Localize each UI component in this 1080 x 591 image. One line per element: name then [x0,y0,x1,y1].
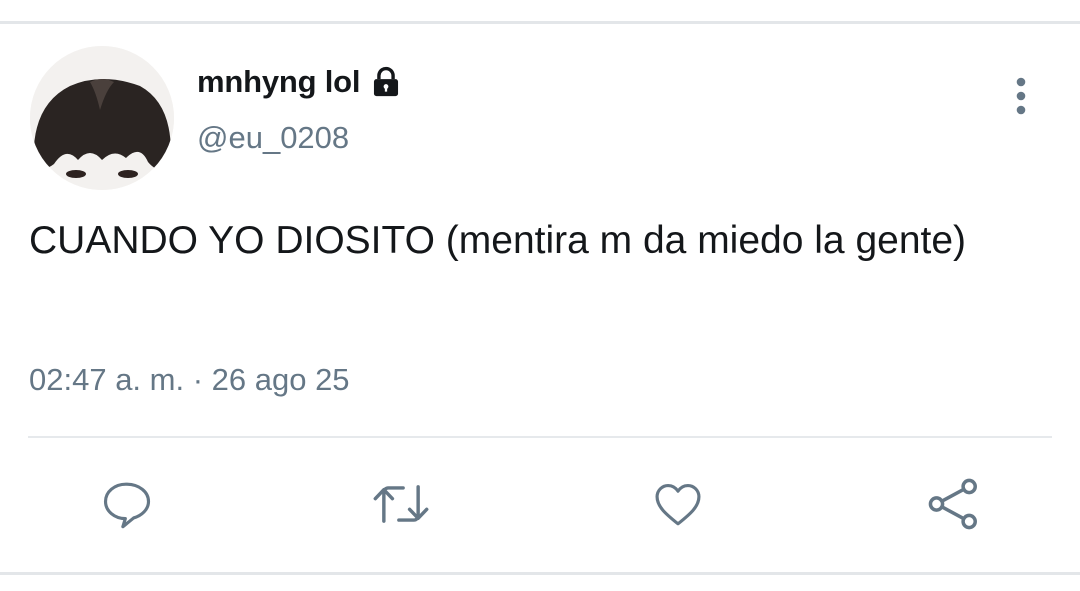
more-vertical-icon [1016,77,1026,115]
user-name-row[interactable]: mnhyng lol [197,62,403,102]
bottom-divider [0,572,1080,575]
tweet-card[interactable]: mnhyng lol @eu_0208 CUANDO YO DIOSITO (m… [0,24,1080,572]
more-options-button[interactable] [1000,72,1042,120]
display-name[interactable]: mnhyng lol [197,64,361,100]
retweet-icon [373,485,429,523]
tweet-text: CUANDO YO DIOSITO (mentira m da miedo la… [29,219,967,262]
reply-icon [103,482,151,529]
retweet-button[interactable] [371,474,431,534]
action-divider [28,436,1052,438]
avatar[interactable] [30,46,174,190]
share-icon [928,478,977,530]
like-button[interactable] [648,474,708,534]
user-handle[interactable]: @eu_0208 [197,120,349,156]
reply-button[interactable] [96,474,156,534]
share-button[interactable] [924,474,984,534]
heart-icon [655,483,701,526]
lock-icon [369,65,403,99]
tweet-timestamp[interactable]: 02:47 a. m. · 26 ago 25 [29,362,350,398]
